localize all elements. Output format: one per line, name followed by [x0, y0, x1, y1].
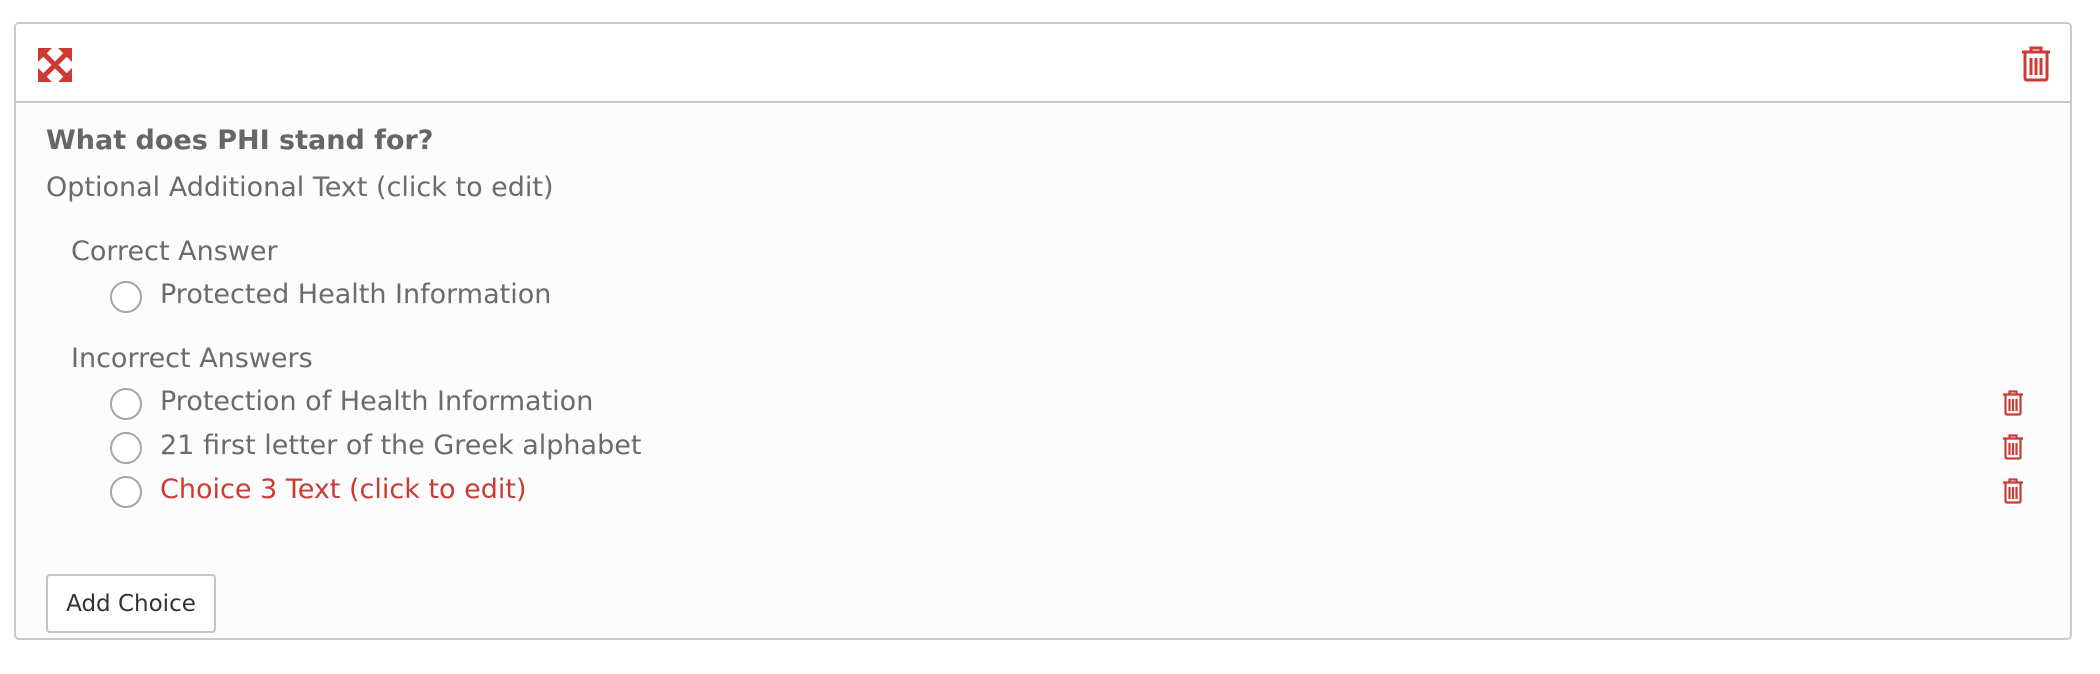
- add-choice-button[interactable]: Add Choice: [46, 574, 216, 633]
- incorrect-choice-text[interactable]: Protection of Health Information: [160, 386, 593, 417]
- question-card: What does PHI stand for? Optional Additi…: [14, 22, 2072, 640]
- incorrect-choice-placeholder-text[interactable]: Choice 3 Text (click to edit): [160, 474, 526, 505]
- correct-choice-row: Protected Health Information: [110, 279, 2040, 319]
- incorrect-choice-radio[interactable]: [110, 388, 142, 420]
- incorrect-choice-radio[interactable]: [110, 476, 142, 508]
- incorrect-choice-row: Choice 3 Text (click to edit): [110, 474, 2040, 514]
- delete-choice-trash-icon[interactable]: [2002, 478, 2024, 504]
- delete-choice-trash-icon[interactable]: [2002, 434, 2024, 460]
- card-body: What does PHI stand for? Optional Additi…: [16, 103, 2070, 638]
- correct-answer-label: Correct Answer: [71, 236, 278, 267]
- card-header: [16, 24, 2070, 103]
- expand-arrows-icon[interactable]: [36, 46, 74, 84]
- correct-choice-text[interactable]: Protected Health Information: [160, 279, 551, 310]
- additional-text[interactable]: Optional Additional Text (click to edit): [46, 172, 554, 203]
- delete-question-trash-icon[interactable]: [2020, 46, 2052, 82]
- correct-choice-radio[interactable]: [110, 281, 142, 313]
- incorrect-answers-label: Incorrect Answers: [71, 343, 313, 374]
- question-title[interactable]: What does PHI stand for?: [46, 125, 433, 156]
- incorrect-choice-radio[interactable]: [110, 432, 142, 464]
- incorrect-choice-row: Protection of Health Information: [110, 386, 2040, 426]
- incorrect-choice-row: 21 first letter of the Greek alphabet: [110, 430, 2040, 470]
- delete-choice-trash-icon[interactable]: [2002, 390, 2024, 416]
- incorrect-choice-text[interactable]: 21 first letter of the Greek alphabet: [160, 430, 641, 461]
